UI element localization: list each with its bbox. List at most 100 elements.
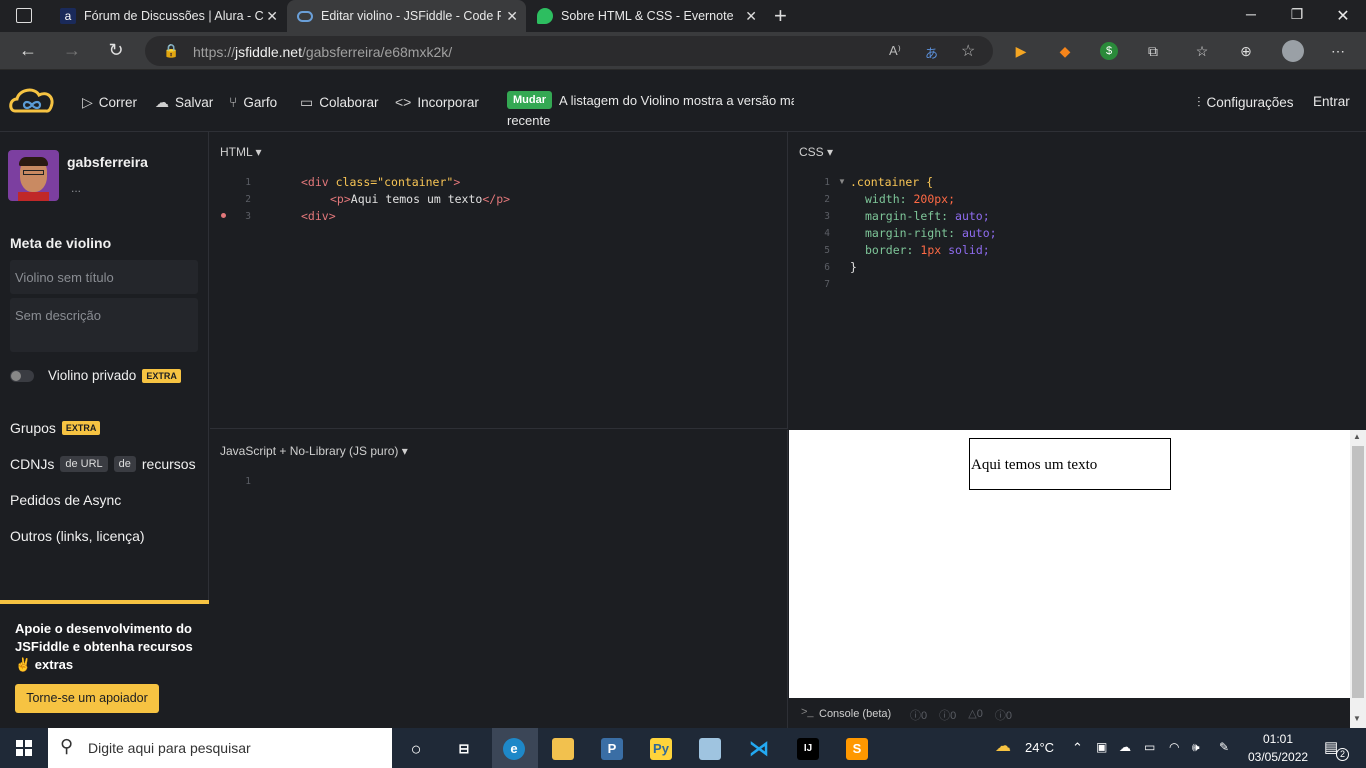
- sidebar-item-cdnjs[interactable]: CDNJs de URL de recursos: [10, 456, 196, 472]
- become-supporter-button[interactable]: Torne-se um apoiador: [15, 684, 159, 713]
- pen-icon[interactable]: ✎: [1219, 740, 1229, 754]
- tray-chevron-icon[interactable]: ⌃: [1072, 740, 1083, 756]
- tab-jsfiddle[interactable]: Editar violino - JSFiddle - Code P ✕: [287, 0, 526, 32]
- lock-icon[interactable]: 🔒: [163, 43, 179, 59]
- sidebar-item-async[interactable]: Pedidos de Async: [10, 492, 121, 508]
- user-more[interactable]: ...: [71, 181, 81, 195]
- back-icon[interactable]: ←: [17, 40, 39, 61]
- task-view-icon[interactable]: ⊟: [453, 738, 475, 760]
- favorites-icon[interactable]: ☆: [1193, 42, 1211, 60]
- intellij-icon[interactable]: IJ: [797, 738, 819, 760]
- collaborate-label: Colaborar: [319, 95, 379, 110]
- collaborate-button[interactable]: ▭ Colaborar: [300, 94, 379, 111]
- line-number: 3: [824, 211, 830, 222]
- alura-icon: a: [60, 8, 76, 24]
- sidebar-item-groups[interactable]: Grupos EXTRA: [10, 420, 101, 436]
- console-bar[interactable]: >_ Console (beta) ⓘ0 ⓘ0 △0 ⓘ0: [789, 698, 1350, 728]
- login-button[interactable]: Entrar: [1313, 94, 1350, 109]
- js-panel[interactable]: JavaScript + No-Library (JS puro) ▾ 1: [210, 430, 788, 728]
- collections-icon[interactable]: ⊕: [1237, 42, 1255, 60]
- read-aloud-icon[interactable]: A⁾: [889, 43, 901, 59]
- private-fiddle-label: Violino privado: [48, 368, 137, 383]
- embed-button[interactable]: <> Incorporar: [395, 94, 479, 110]
- battery-icon[interactable]: ▭: [1144, 740, 1155, 754]
- extension-dollar-icon[interactable]: $: [1100, 42, 1118, 60]
- new-tab-button[interactable]: +: [774, 3, 787, 29]
- taskbar-search-input[interactable]: ⚲ Digite aqui para pesquisar: [48, 728, 392, 768]
- favorite-add-icon[interactable]: ☆: [961, 41, 975, 61]
- fiddle-title-input[interactable]: Violino sem título: [10, 260, 198, 294]
- minimize-icon[interactable]: ─: [1241, 6, 1261, 22]
- close-tab-icon[interactable]: ✕: [266, 8, 278, 25]
- line-number: 2: [245, 194, 251, 205]
- html-panel-label[interactable]: HTML ▾: [220, 145, 262, 159]
- extension-metamask-icon[interactable]: ◆: [1056, 42, 1074, 60]
- close-window-icon[interactable]: ✕: [1333, 6, 1353, 26]
- fork-label: Garfo: [243, 94, 278, 110]
- breakpoint-dot: [221, 213, 226, 218]
- wifi-icon[interactable]: ◠: [1169, 740, 1179, 754]
- refresh-icon[interactable]: ↻: [105, 40, 127, 61]
- extension-play-icon[interactable]: ▶: [1012, 42, 1030, 60]
- info-count-icon: ⓘ0: [910, 710, 928, 722]
- username[interactable]: gabsferreira: [67, 154, 148, 170]
- change-badge[interactable]: Mudar: [507, 91, 552, 109]
- profile-avatar-icon[interactable]: [1282, 40, 1304, 62]
- search-icon: ⚲: [60, 736, 74, 756]
- html-line-2: <p>Aqui temos um texto</p>: [330, 192, 511, 206]
- restore-icon[interactable]: ❐: [1287, 6, 1307, 23]
- tab-actions-icon[interactable]: [16, 8, 32, 23]
- line-number: 3: [245, 211, 251, 222]
- run-button[interactable]: ▷ Correr: [82, 94, 137, 111]
- extensions-icon[interactable]: ⧉: [1144, 42, 1162, 60]
- html-panel[interactable]: HTML ▾ 1 2 3 <div class="container"> <p>…: [210, 132, 788, 429]
- sublime-icon[interactable]: S: [846, 738, 868, 760]
- scroll-down-icon[interactable]: ▼: [1353, 714, 1361, 723]
- windows-start-icon[interactable]: [16, 740, 32, 756]
- translate-icon[interactable]: あ: [925, 43, 938, 62]
- toggle-switch[interactable]: [10, 369, 34, 382]
- python-icon[interactable]: Py: [650, 738, 672, 760]
- sidebar-item-others[interactable]: Outros (links, licença): [10, 528, 145, 544]
- run-label: Correr: [98, 95, 138, 110]
- fiddle-description-input[interactable]: Sem descrição: [10, 298, 198, 352]
- scroll-thumb[interactable]: [1352, 446, 1364, 698]
- python-idle-icon[interactable]: P: [601, 738, 623, 760]
- tab-evernote[interactable]: Sobre HTML & CSS - Evernote ✕: [527, 0, 765, 32]
- css-line-4: margin-right: auto;: [865, 226, 997, 240]
- tray-app-icon[interactable]: ▣: [1096, 740, 1107, 754]
- result-frame[interactable]: Aqui temos um texto: [789, 430, 1350, 698]
- private-fiddle-toggle-row[interactable]: Violino privado EXTRA: [10, 368, 181, 383]
- onedrive-icon[interactable]: ☁: [1119, 740, 1131, 754]
- clock-date[interactable]: 03/05/2022: [1248, 750, 1308, 764]
- scroll-up-icon[interactable]: ▲: [1353, 432, 1361, 441]
- settings-button[interactable]: ⫶ Configurações: [1197, 94, 1294, 111]
- edge-icon[interactable]: e: [503, 738, 525, 760]
- js-panel-label[interactable]: JavaScript + No-Library (JS puro) ▾: [220, 444, 408, 458]
- result-scrollbar[interactable]: ▲ ▼: [1350, 430, 1366, 728]
- cloud-upload-icon: ☁: [155, 94, 169, 110]
- vscode-icon[interactable]: ⋊: [748, 738, 770, 760]
- weather-icon[interactable]: ☁: [995, 736, 1011, 756]
- warning-count-icon: △0: [968, 708, 983, 720]
- save-button[interactable]: ☁ Salvar: [155, 94, 213, 111]
- close-tab-icon[interactable]: ✕: [745, 8, 757, 25]
- address-bar[interactable]: 🔒 https://jsfiddle.net/gabsferreira/e68m…: [145, 36, 993, 66]
- jsfiddle-logo-icon[interactable]: [9, 85, 57, 117]
- forward-icon[interactable]: →: [61, 40, 83, 61]
- avatar[interactable]: [8, 150, 59, 201]
- close-tab-icon[interactable]: ✕: [506, 8, 518, 25]
- app-cards-icon[interactable]: [699, 738, 721, 760]
- volume-icon[interactable]: 🕪: [1192, 740, 1200, 755]
- css-panel[interactable]: CSS ▾ 1 2 3 4 5 6 7 ▼ .container { width…: [789, 132, 1366, 430]
- temperature[interactable]: 24°C: [1025, 740, 1054, 755]
- tab-alura[interactable]: a Fórum de Discussões | Alura - Cu ✕: [50, 0, 286, 32]
- fork-button[interactable]: ⑂ Garfo: [229, 94, 277, 110]
- more-menu-icon[interactable]: ⋯: [1329, 42, 1347, 60]
- file-explorer-icon[interactable]: [552, 738, 574, 760]
- console-label[interactable]: Console (beta): [819, 708, 891, 720]
- clock-time[interactable]: 01:01: [1263, 732, 1293, 746]
- fold-arrow-icon[interactable]: ▼: [838, 177, 846, 186]
- cortana-icon[interactable]: ○: [405, 738, 427, 760]
- css-panel-label[interactable]: CSS ▾: [799, 145, 833, 159]
